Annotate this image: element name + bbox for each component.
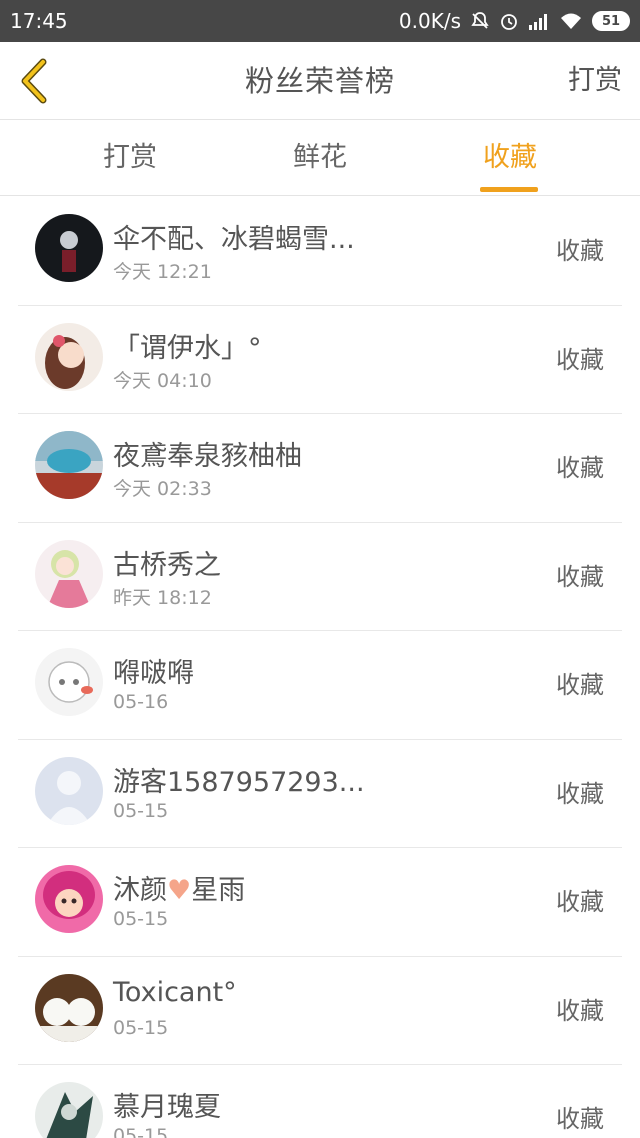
fan-name: 古桥秀之 [113,549,221,581]
avatar [35,648,103,716]
fan-name: 嘚啵嘚 [113,658,194,689]
action-label: 收藏 [556,888,604,916]
avatar [35,322,103,391]
avatar [35,1082,103,1138]
tab-favorites[interactable]: 收藏 [450,120,570,196]
list-item[interactable]: 古桥秀之 昨天 18:12 收藏 [18,523,622,631]
status-bar: 17:45 0.0K/s 51 [0,0,640,42]
fan-name-part: 星雨 [191,875,246,906]
fan-name: 沐颜♥星雨 [113,868,245,907]
avatar [35,756,103,825]
list-item[interactable]: 游客1587957293... 05-15 收藏 [18,740,622,848]
list-item[interactable]: 「谓伊水」° 今天 04:10 收藏 [18,306,622,414]
network-speed: 0.0K/s [398,9,461,33]
action-label: 收藏 [556,237,604,265]
fan-name: Toxicant° [113,976,237,1008]
fan-name: 夜鳶奉泉豥柚柚 [113,441,302,472]
action-label: 收藏 [556,996,604,1025]
fan-time: 今天 02:33 [113,478,212,500]
avatar [35,973,103,1042]
tab-label: 鲜花 [293,142,347,173]
wifi-icon [559,12,583,30]
fan-name-part: 沐颜 [113,875,167,906]
fan-list: 伞不配、冰碧蝎雪... 今天 12:21 收藏 「谓伊水」° 今天 04:10 … [0,197,640,1138]
avatar [35,539,103,608]
status-time: 17:45 [10,9,68,33]
tab-reward[interactable]: 打赏 [70,120,190,196]
avatar [35,431,103,499]
list-item[interactable]: 沐颜♥星雨 05-15 收藏 [18,848,622,957]
fan-time: 05-16 [113,691,169,713]
list-item[interactable]: 嘚啵嘚 05-16 收藏 [18,631,622,740]
tab-label: 打赏 [103,142,157,173]
tab-bar: 打赏 鲜花 收藏 [0,120,640,196]
page-title: 粉丝荣誉榜 [244,64,395,98]
alarm-icon [499,11,519,31]
avatar [35,865,103,933]
bell-muted-icon [470,11,490,31]
avatar [35,214,103,282]
header-bar: 粉丝荣誉榜 打赏 [0,42,640,120]
fan-name: 慕月瑰夏 [113,1092,221,1123]
fan-name: 伞不配、冰碧蝎雪... [113,224,355,255]
action-label: 收藏 [556,562,604,591]
action-label: 收藏 [556,779,604,808]
fan-time: 昨天 18:12 [113,586,212,609]
list-item[interactable]: 夜鳶奉泉豥柚柚 今天 02:33 收藏 [18,414,622,523]
fan-time: 05-15 [113,1016,169,1039]
list-item[interactable]: Toxicant° 05-15 收藏 [18,957,622,1065]
fan-time: 05-15 [113,1125,169,1138]
list-item[interactable]: 伞不配、冰碧蝎雪... 今天 12:21 收藏 [18,197,622,306]
reward-button[interactable]: 打赏 [568,42,622,120]
fan-time: 05-15 [113,908,169,930]
heart-icon: ♥ [167,875,192,906]
action-label: 收藏 [556,345,604,374]
fan-time: 今天 12:21 [113,261,212,283]
fan-time: 今天 04:10 [113,369,212,392]
status-icons: 0.0K/s 51 [399,9,630,33]
fan-name: 「谓伊水」° [113,332,262,364]
tab-active-indicator [480,187,538,192]
list-item[interactable]: 慕月瑰夏 05-15 收藏 [18,1065,622,1138]
fan-time: 05-15 [113,799,169,822]
tab-flowers[interactable]: 鲜花 [260,120,380,196]
battery-icon: 51 [592,11,630,31]
tab-label: 收藏 [483,142,537,173]
action-label: 收藏 [556,1105,604,1133]
signal-icon [528,12,550,30]
action-label: 收藏 [556,671,604,699]
fan-name: 游客1587957293... [113,766,365,798]
action-label: 收藏 [556,454,604,482]
